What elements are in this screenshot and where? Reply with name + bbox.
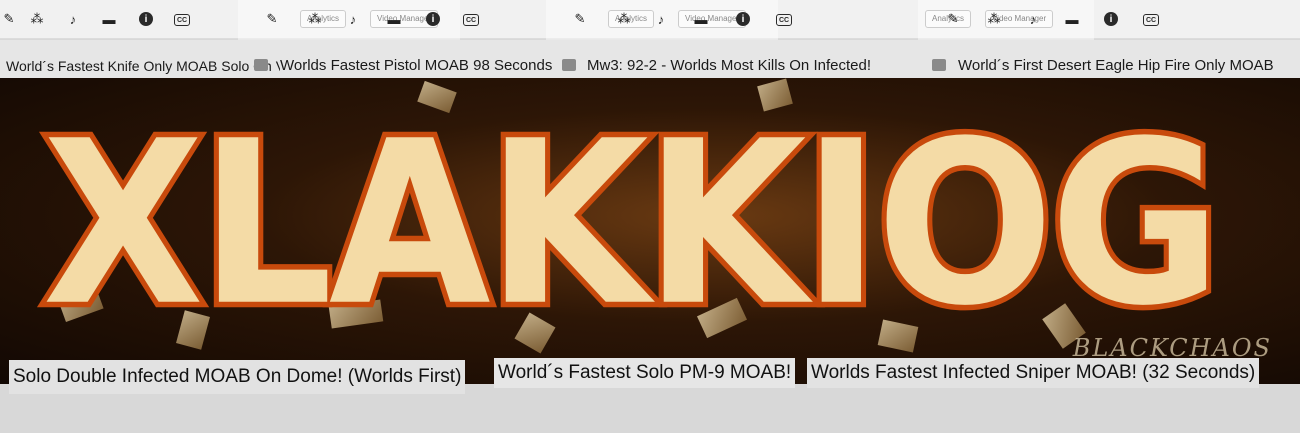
editor-toolbar: Analytics Video Manager Analytics Video … — [0, 0, 1300, 78]
speech-bubble-icon[interactable]: ▬ — [1063, 10, 1081, 28]
magic-wand-icon[interactable]: ⁂ — [615, 10, 633, 28]
pencil-icon[interactable]: ✎ — [0, 10, 18, 28]
pencil-icon[interactable]: ✎ — [263, 10, 281, 28]
info-icon[interactable]: i — [1104, 12, 1118, 26]
video-title[interactable]: World´s Fastest Knife Only MOAB Solo On … — [6, 58, 318, 74]
video-title[interactable]: World´s First Desert Eagle Hip Fire Only… — [958, 57, 1274, 74]
video-title-row: World´s Fastest Knife Only MOAB Solo On … — [0, 40, 1300, 78]
music-note-icon[interactable]: ♪ — [1024, 10, 1042, 28]
magic-wand-icon[interactable]: ⁂ — [28, 10, 46, 28]
video-caption[interactable]: Worlds Fastest Infected Sniper MOAB! (32… — [807, 358, 1260, 388]
closed-captions-icon[interactable]: CC — [776, 14, 792, 26]
video-caption[interactable]: World´s Fastest Solo PM-9 MOAB! — [494, 358, 796, 388]
closed-captions-icon[interactable]: CC — [463, 14, 479, 26]
magic-wand-icon[interactable]: ⁂ — [306, 10, 324, 28]
info-icon[interactable]: i — [139, 12, 153, 26]
channel-logo: XLAKKIOG — [37, 96, 1226, 346]
speech-bubble-icon[interactable]: ▬ — [100, 10, 118, 28]
video-caption[interactable]: Solo Double Infected MOAB On Dome! (Worl… — [9, 360, 466, 394]
lock-icon — [254, 59, 268, 71]
info-icon[interactable]: i — [736, 12, 750, 26]
speech-bubble-icon[interactable]: ▬ — [692, 10, 710, 28]
closed-captions-icon[interactable]: CC — [174, 14, 190, 26]
music-note-icon[interactable]: ♪ — [652, 10, 670, 28]
channel-banner: XLAKKIOG BLACKCHAOS — [0, 78, 1300, 384]
speech-bubble-icon[interactable]: ▬ — [385, 10, 403, 28]
pencil-icon[interactable]: ✎ — [571, 10, 589, 28]
pencil-icon[interactable]: ✎ — [944, 10, 962, 28]
info-icon[interactable]: i — [426, 12, 440, 26]
channel-logo-text: XLAKKIOG — [43, 96, 1218, 346]
video-title[interactable]: Mw3: 92-2 - Worlds Most Kills On Infecte… — [587, 57, 871, 74]
magic-wand-icon[interactable]: ⁂ — [985, 10, 1003, 28]
lock-icon — [932, 59, 946, 71]
video-title[interactable]: Worlds Fastest Pistol MOAB 98 Seconds — [280, 57, 553, 74]
closed-captions-icon[interactable]: CC — [1143, 14, 1159, 26]
music-note-icon[interactable]: ♪ — [344, 10, 362, 28]
lock-icon — [562, 59, 576, 71]
music-note-icon[interactable]: ♪ — [64, 10, 82, 28]
